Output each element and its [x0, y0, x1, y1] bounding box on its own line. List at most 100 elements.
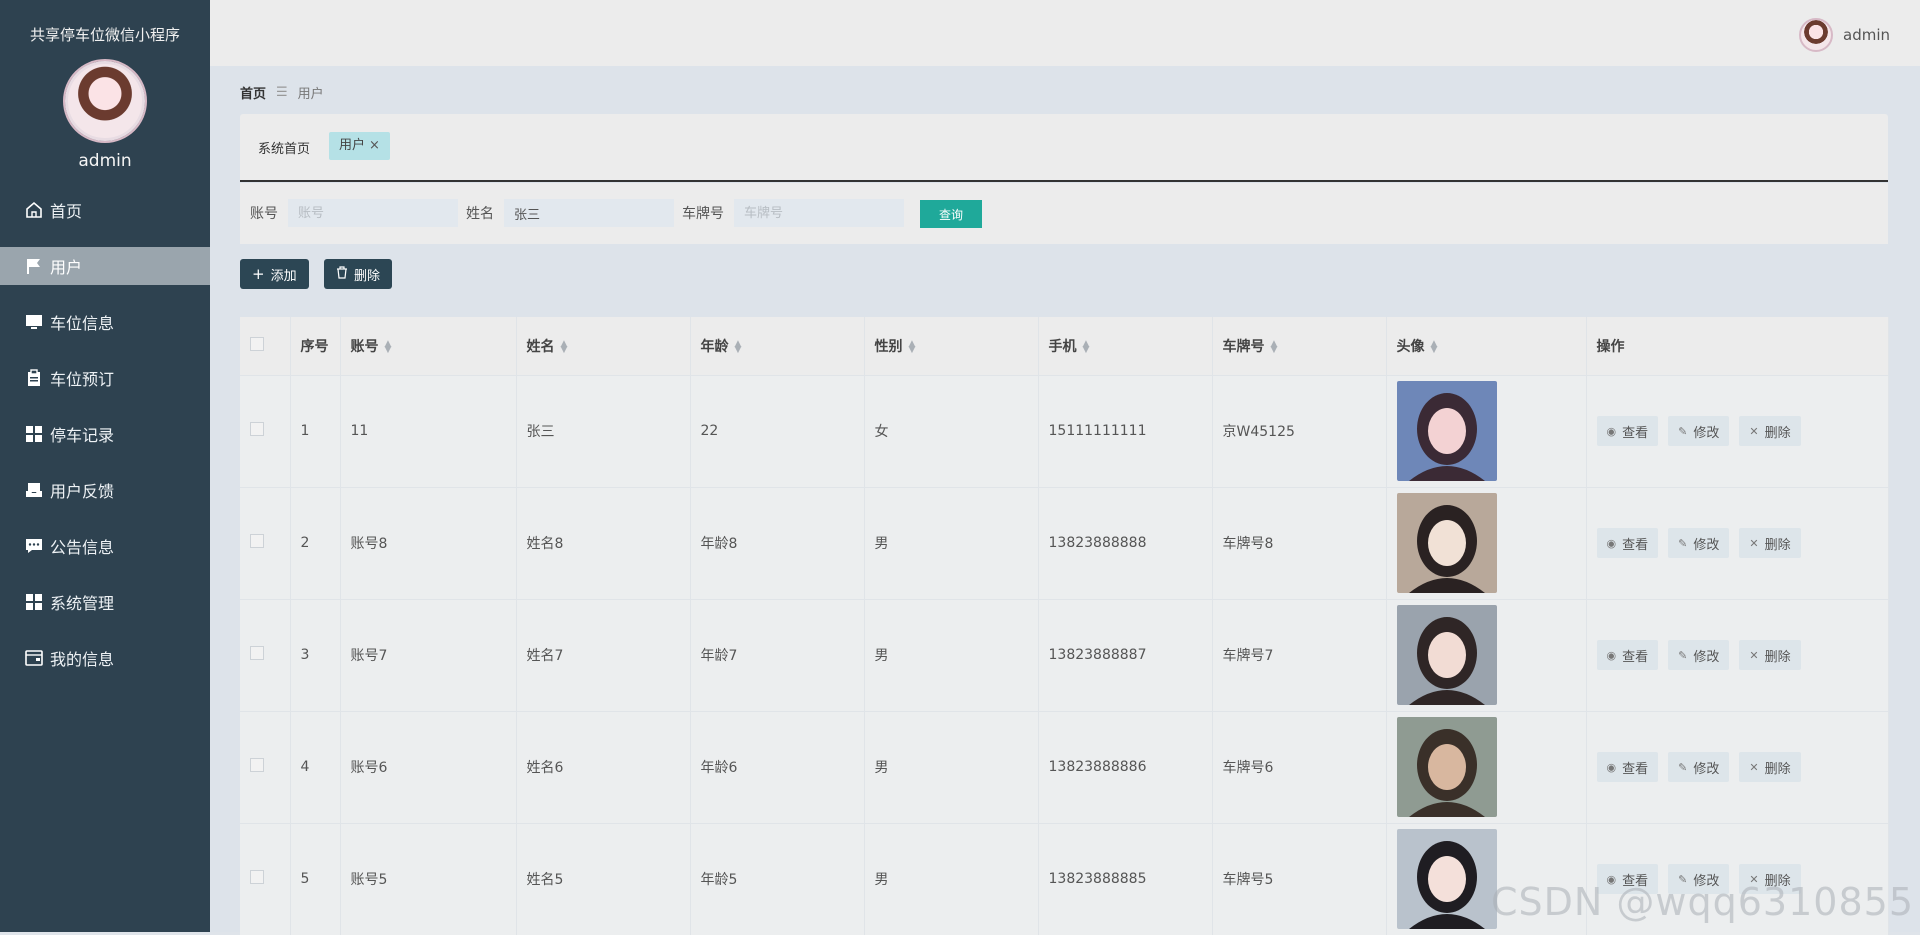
edit-icon: ✎ — [1678, 760, 1688, 774]
row-checkbox[interactable] — [250, 422, 264, 436]
sidebar-item-system[interactable]: 系统管理 — [0, 583, 210, 621]
avatar — [1799, 18, 1833, 52]
sort-icon[interactable]: ▲ ▼ — [1083, 339, 1090, 354]
cell-gender: 男 — [864, 711, 1039, 823]
breadcrumb-current: 用户 — [297, 87, 324, 102]
view-button-label: 查看 — [1622, 537, 1649, 553]
column-header[interactable]: 姓名 ▲ ▼ — [516, 317, 691, 375]
column-header[interactable]: 年龄 ▲ ▼ — [690, 317, 865, 375]
column-header[interactable]: 账号 ▲ ▼ — [340, 317, 517, 375]
select-all-cell — [240, 317, 291, 375]
sidebar-item-announcements[interactable]: 公告信息 — [0, 527, 210, 565]
cell-account: 账号5 — [340, 823, 517, 935]
sidebar-item-parking-info[interactable]: 车位信息 — [0, 303, 210, 341]
sidebar-item-label: 首页 — [50, 202, 83, 221]
sort-icon[interactable]: ▲ ▼ — [735, 339, 742, 354]
row-checkbox[interactable] — [250, 758, 264, 772]
view-button[interactable]: ◉ 查看 — [1596, 416, 1659, 446]
add-button-label: 添加 — [270, 268, 297, 284]
tabs-bar: 系统首页 用户 × — [240, 114, 1888, 182]
row-select-cell — [240, 375, 291, 487]
breadcrumb: 首页 ☰ 用户 — [240, 83, 324, 102]
cell-plate: 车牌号6 — [1212, 711, 1387, 823]
edit-button[interactable]: ✎ 修改 — [1668, 640, 1730, 670]
tab-users[interactable]: 用户 × — [329, 132, 390, 160]
cell-name: 姓名5 — [516, 823, 691, 935]
sort-icon[interactable]: ▲ ▼ — [1271, 339, 1278, 354]
flag-icon — [24, 256, 44, 276]
delete-button-label: 删除 — [1764, 649, 1791, 665]
edit-button[interactable]: ✎ 修改 — [1668, 416, 1730, 446]
column-header: 序号 — [290, 317, 341, 375]
edit-button[interactable]: ✎ 修改 — [1668, 752, 1730, 782]
sidebar: 共享停车位微信小程序 admin 首页 用户 车位信息 车位预订 停车记录 用户… — [0, 0, 210, 932]
view-button[interactable]: ◉ 查看 — [1596, 528, 1659, 558]
sidebar-menu: 首页 用户 车位信息 车位预订 停车记录 用户反馈 公告信息 系统管理 我的信息 — [0, 191, 210, 677]
delete-button[interactable]: ✕ 删除 — [1739, 528, 1801, 558]
home-icon — [24, 200, 44, 220]
batch-delete-button[interactable]: 删除 — [324, 259, 393, 289]
close-icon: ✕ — [1749, 424, 1759, 438]
row-checkbox[interactable] — [250, 534, 264, 548]
search-button[interactable]: 查询 — [920, 200, 982, 228]
edit-button-label: 修改 — [1693, 425, 1720, 441]
row-checkbox[interactable] — [250, 646, 264, 660]
account-input[interactable] — [288, 199, 458, 227]
sort-icon[interactable]: ▲ ▼ — [385, 339, 392, 354]
avatar-photo — [1396, 493, 1497, 593]
tab-users-label: 用户 — [339, 138, 366, 153]
sidebar-item-parking-records[interactable]: 停车记录 — [0, 415, 210, 453]
sidebar-item-label: 用户反馈 — [50, 482, 115, 501]
edit-button-label: 修改 — [1693, 761, 1720, 777]
watermark: CSDN @wqq6310855 — [1491, 880, 1914, 924]
add-button[interactable]: + 添加 — [240, 259, 309, 289]
delete-button[interactable]: ✕ 删除 — [1739, 752, 1801, 782]
breadcrumb-home[interactable]: 首页 — [240, 83, 266, 102]
sort-icon[interactable]: ▲ ▼ — [909, 339, 916, 354]
top-user-menu[interactable]: admin — [1799, 18, 1890, 52]
main-content: 首页 ☰ 用户 系统首页 用户× 账号 姓名 车牌号 查询 + 添加 删除 — [210, 66, 1920, 935]
cell-age: 22 — [690, 375, 865, 487]
sidebar-item-feedback[interactable]: 用户反馈 — [0, 471, 210, 509]
delete-button-label: 删除 — [1764, 425, 1791, 441]
column-header[interactable]: 性别 ▲ ▼ — [864, 317, 1039, 375]
delete-button[interactable]: ✕ 删除 — [1739, 416, 1801, 446]
cell-name: 姓名6 — [516, 711, 691, 823]
edit-button[interactable]: ✎ 修改 — [1668, 528, 1730, 558]
close-icon[interactable]: × — [369, 138, 380, 153]
account-label: 账号 — [250, 206, 278, 222]
name-field: 姓名 — [466, 199, 674, 227]
column-header[interactable]: 头像 ▲ ▼ — [1386, 317, 1587, 375]
view-button[interactable]: ◉ 查看 — [1596, 640, 1659, 670]
column-header-label: 头像 — [1396, 338, 1425, 355]
row-select-cell — [240, 487, 291, 599]
close-icon: ✕ — [1749, 536, 1759, 550]
sidebar-item-parking-booking[interactable]: 车位预订 — [0, 359, 210, 397]
cell-account: 账号6 — [340, 711, 517, 823]
sidebar-item-my-info[interactable]: 我的信息 — [0, 639, 210, 677]
column-header[interactable]: 手机 ▲ ▼ — [1038, 317, 1213, 375]
cell-name: 姓名7 — [516, 599, 691, 711]
sort-icon[interactable]: ▲ ▼ — [1431, 339, 1438, 354]
monitor-icon — [24, 312, 44, 332]
cell-age: 年龄6 — [690, 711, 865, 823]
plate-input[interactable] — [734, 199, 904, 227]
row-checkbox[interactable] — [250, 870, 264, 885]
select-all-checkbox[interactable] — [250, 336, 264, 351]
sidebar-item-home[interactable]: 首页 — [0, 191, 210, 229]
column-header: 操作 — [1586, 317, 1889, 375]
name-input[interactable] — [504, 199, 674, 227]
close-icon: ✕ — [1749, 648, 1759, 662]
eye-icon: ◉ — [1606, 424, 1617, 438]
cell-avatar — [1386, 599, 1587, 711]
sort-icon[interactable]: ▲ ▼ — [561, 339, 568, 354]
sidebar-item-label: 系统管理 — [50, 594, 115, 613]
tab-home[interactable]: 系统首页 — [258, 138, 310, 157]
column-header[interactable]: 车牌号 ▲ ▼ — [1212, 317, 1387, 375]
account-field: 账号 — [250, 199, 458, 227]
cell-age: 年龄7 — [690, 599, 865, 711]
view-button[interactable]: ◉ 查看 — [1596, 752, 1659, 782]
sidebar-item-users[interactable]: 用户 — [0, 247, 210, 285]
plate-field: 车牌号 — [682, 199, 904, 227]
delete-button[interactable]: ✕ 删除 — [1739, 640, 1801, 670]
